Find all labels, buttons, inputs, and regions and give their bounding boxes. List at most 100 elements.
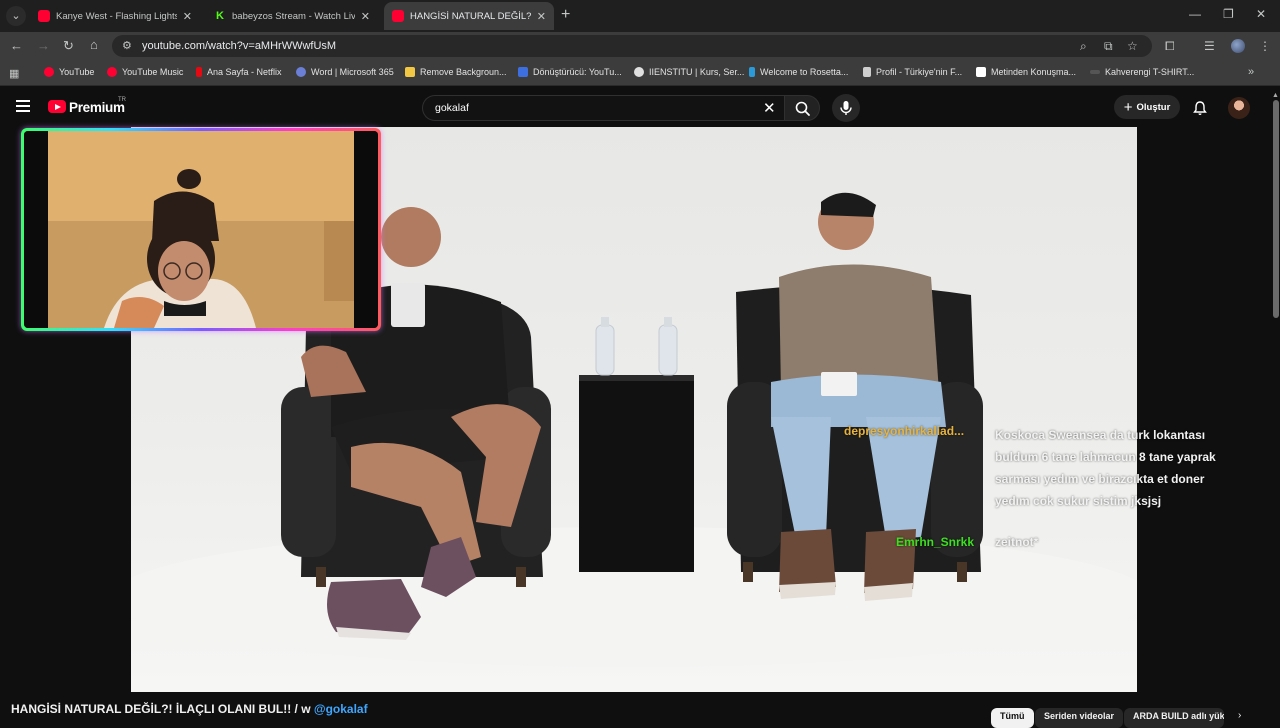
chat-username: Emrhn_Snrkk [896,535,975,549]
bookmark-youtube-music[interactable]: YouTube Music [107,67,183,77]
search-button[interactable] [784,95,820,121]
bookmark-label: Metinden Konuşma... [991,67,1077,77]
chip-all[interactable]: Tümü [991,708,1034,728]
bookmark-label: Ana Sayfa - Netflix [207,67,282,77]
remove-bg-icon [405,67,415,77]
scrollbar-thumb[interactable] [1273,100,1279,318]
youtube-music-icon [107,67,117,77]
bookmark-profil[interactable]: Profil - Türkiye'nin F... [863,67,962,77]
search-icon [795,101,810,116]
youtube-favicon-icon [392,10,404,22]
rosetta-icon [749,67,755,77]
create-label: Oluştur [1136,101,1171,113]
bookmark-donusturucu[interactable]: Dönüştürücü: YouTu... [518,67,622,77]
tab-hangisi-natural[interactable]: HANGİSİ NATURAL DEĞİL?! İLAÇ ✕ [384,2,554,30]
bookmark-remove-bg[interactable]: Remove Backgroun... [405,67,507,77]
youtube-header: Premium TR gokalaf ✕ + Oluştur [0,87,1280,127]
chat-message: zeitnot* [995,535,1039,549]
home-icon[interactable]: ⌂ [90,37,98,52]
search-query-text[interactable]: gokalaf [435,102,469,114]
bookmark-kahverengi-tshirt[interactable]: Kahverengi T-SHIRT... [1090,67,1194,77]
new-tab-button[interactable]: + [561,6,570,24]
webcam-overlay [21,128,381,331]
browser-menu-icon[interactable]: ⋮ [1259,39,1271,53]
plus-icon: + [1123,98,1133,116]
tab-search-button[interactable]: ⌄ [6,6,26,26]
url-text[interactable]: youtube.com/watch?v=aMHrWWwfUsM [142,40,336,52]
youtube-favicon-icon [38,10,50,22]
tab-close-icon[interactable]: ✕ [537,10,546,23]
webcam-scene [24,131,378,328]
video-title-text: HANGİSİ NATURAL DEĞİL?! İLAÇLI OLANI BUL… [11,702,311,716]
address-bar[interactable]: ⚙ youtube.com/watch?v=aMHrWWwfUsM ⌕ ⧉ ☆ [112,35,1152,57]
window-close-button[interactable]: ✕ [1256,7,1266,21]
create-button[interactable]: + Oluştur [1114,95,1180,119]
bookmark-netflix[interactable]: Ana Sayfa - Netflix [196,67,282,77]
bookmark-label: Dönüştürücü: YouTu... [533,67,622,77]
youtube-premium-wordmark[interactable]: Premium [69,100,125,115]
video-title: HANGİSİ NATURAL DEĞİL?! İLAÇLI OLANI BUL… [11,702,368,716]
webcam-feed [24,131,378,328]
browser-profile-avatar[interactable] [1231,39,1245,53]
scroll-up-arrow-icon[interactable]: ▲ [1272,92,1279,99]
bookmark-label: Remove Backgroun... [420,67,507,77]
bookmark-label: YouTube Music [122,67,184,77]
back-arrow-icon[interactable]: ← [10,38,23,53]
netflix-icon [196,67,202,77]
voice-search-button[interactable] [832,94,860,122]
forward-arrow-icon[interactable]: → [37,38,50,53]
bookmark-label: Profil - Türkiye'nin F... [876,67,963,77]
account-avatar[interactable] [1228,97,1250,119]
chips-next-arrow-icon[interactable]: › [1238,710,1241,721]
tab-babeyzos-stream[interactable]: K babeyzos Stream - Watch Live ✕ [206,2,378,30]
microphone-icon [840,101,852,115]
bookmark-label: YouTube [59,67,95,77]
youtube-logo-icon[interactable] [48,100,66,113]
shirt-icon [1090,70,1100,74]
word-icon [296,67,306,77]
site-info-icon[interactable]: ⚙ [122,39,132,52]
reload-icon[interactable]: ↻ [63,38,74,54]
notifications-bell-icon[interactable] [1192,100,1208,116]
more-bookmarks-icon[interactable]: » [1248,66,1254,78]
chip-series-videos[interactable]: Seriden videolar [1035,708,1124,728]
bookmark-youtube[interactable]: YouTube [44,67,94,77]
bookmark-star-icon[interactable]: ☆ [1127,39,1138,53]
tab-title: babeyzos Stream - Watch Live [232,10,355,22]
bookmark-label: Kahverengi T-SHIRT... [1105,67,1195,77]
tab-close-icon[interactable]: ✕ [361,10,370,23]
chip-arda-build[interactable]: ARDA BUILD adlı yük [1124,708,1224,728]
bookmark-iienstitu[interactable]: IIENSTITU | Kurs, Ser... [634,67,744,77]
globe-icon [634,67,644,77]
clear-search-icon[interactable]: ✕ [763,99,776,117]
converter-icon [518,67,528,77]
extensions-icon[interactable]: ⧠ [1165,39,1175,54]
tab-close-icon[interactable]: ✕ [183,10,192,23]
bookmark-metinden-konusma[interactable]: Metinden Konuşma... [976,67,1076,77]
youtube-icon [44,67,54,77]
bookmark-label: Word | Microsoft 365 [311,67,394,77]
zoom-icon[interactable]: ⌕ [1080,39,1087,54]
browser-tab-strip: ⌄ Kanye West - Flashing Lights ft ✕ K ba… [0,0,1280,32]
chat-username: depresyonhirkaliad... [844,424,965,438]
pen-icon [863,67,871,77]
tab-title: HANGİSİ NATURAL DEĞİL?! İLAÇ [410,10,531,22]
bookmark-rosetta[interactable]: Welcome to Rosetta... [749,67,848,77]
chat-message: Koskoca Sweansea da turk lokantası buldu… [995,428,1216,508]
apps-grid-icon[interactable]: ▦ [9,67,19,80]
restore-button[interactable]: ❐ [1223,7,1234,21]
guide-menu-icon[interactable] [16,100,30,112]
tab-kanye-west[interactable]: Kanye West - Flashing Lights ft ✕ [30,2,200,30]
minimize-button[interactable]: — [1189,7,1201,21]
cast-icon[interactable]: ⧉ [1104,39,1113,54]
search-input[interactable]: gokalaf ✕ [422,95,784,121]
bookmark-label: IIENSTITU | Kurs, Ser... [649,67,745,77]
tab-title: Kanye West - Flashing Lights ft [56,10,177,22]
bookmarks-bar: ▦ YouTube YouTube Music Ana Sayfa - Netf… [0,60,1280,86]
reading-list-icon[interactable]: ☰ [1204,39,1215,53]
bookmark-label: Welcome to Rosetta... [760,67,849,77]
kick-favicon-icon: K [214,10,226,22]
browser-toolbar: ← → ↻ ⌂ ⚙ youtube.com/watch?v=aMHrWWwfUs… [0,32,1280,60]
channel-mention-link[interactable]: @gokalaf [314,702,368,716]
bookmark-word[interactable]: Word | Microsoft 365 [296,67,394,77]
